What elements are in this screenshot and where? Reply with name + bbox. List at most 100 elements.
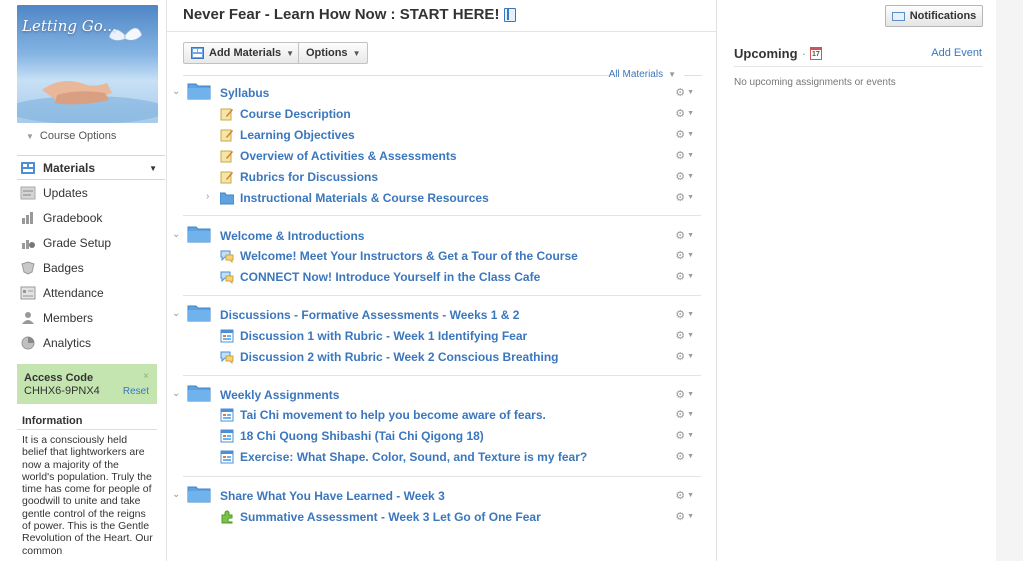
folder-header[interactable]: ⌄ Share What You Have Learned - Week 3 ⚙…	[167, 486, 716, 507]
notifications-label: Notifications	[909, 10, 977, 22]
list-item[interactable]: 18 Chi Quong Shibashi (Tai Chi Qigong 18…	[167, 426, 716, 447]
subfolder-item[interactable]: › Instructional Materials & Course Resou…	[167, 188, 716, 209]
chevron-right-icon[interactable]: ›	[206, 191, 209, 202]
sidebar-item-label: Badges	[43, 260, 84, 275]
sidebar-item-label: Members	[43, 310, 94, 325]
gear-icon[interactable]: ⚙ ▼	[675, 191, 694, 204]
gear-icon[interactable]: ⚙ ▼	[675, 308, 694, 321]
item-title[interactable]: CONNECT Now! Introduce Yourself in the C…	[240, 270, 540, 284]
chevron-down-icon: ▼	[352, 48, 361, 58]
item-title[interactable]: Rubrics for Discussions	[240, 170, 378, 184]
information-divider	[17, 429, 157, 430]
folder-title[interactable]: Share What You Have Learned - Week 3	[220, 489, 445, 503]
gear-icon[interactable]: ⚙ ▼	[675, 329, 694, 342]
sidebar-item-members[interactable]: Members	[17, 305, 165, 330]
gear-icon[interactable]: ⚙ ▼	[675, 350, 694, 363]
item-title[interactable]: Discussion 2 with Rubric - Week 2 Consci…	[240, 350, 559, 364]
chevron-down-icon[interactable]: ⌄	[172, 229, 180, 240]
course-options-toggle[interactable]: ▼ Course Options	[26, 130, 116, 142]
chevron-down-icon[interactable]: ⌄	[172, 86, 180, 97]
add-materials-label: Add Materials	[209, 47, 282, 59]
sidebar-item-label: Attendance	[43, 285, 104, 300]
list-item[interactable]: Tai Chi movement to help you become awar…	[167, 405, 716, 426]
folder-header[interactable]: ⌄ Discussions - Formative Assessments - …	[167, 305, 716, 326]
list-item[interactable]: Welcome! Meet Your Instructors & Get a T…	[167, 246, 716, 267]
sidebar-item-label: Gradebook	[43, 210, 103, 225]
chevron-down-icon: ▼	[26, 131, 34, 141]
book-icon[interactable]	[504, 7, 517, 22]
sidebar-item-badges[interactable]: Badges	[17, 255, 165, 280]
analytics-icon	[19, 335, 37, 351]
item-title[interactable]: Instructional Materials & Course Resourc…	[240, 191, 489, 205]
options-button[interactable]: Options ▼	[298, 42, 369, 64]
mail-icon	[891, 11, 905, 21]
gear-icon[interactable]: ⚙ ▼	[675, 429, 694, 442]
list-item[interactable]: Rubrics for Discussions ⚙ ▼	[167, 167, 716, 188]
folder-title[interactable]: Welcome & Introductions	[220, 229, 364, 243]
gear-icon[interactable]: ⚙ ▼	[675, 270, 694, 283]
gear-icon[interactable]: ⚙ ▼	[675, 107, 694, 120]
gear-icon[interactable]: ⚙ ▼	[675, 489, 694, 502]
folder-icon	[187, 385, 211, 402]
list-item[interactable]: Discussion 2 with Rubric - Week 2 Consci…	[167, 347, 716, 368]
list-item[interactable]: Exercise: What Shape. Color, Sound, and …	[167, 447, 716, 468]
sidebar-item-gradebook[interactable]: Gradebook	[17, 205, 165, 230]
folder-title[interactable]: Syllabus	[220, 86, 269, 100]
list-item[interactable]: Learning Objectives ⚙ ▼	[167, 125, 716, 146]
assessment-icon	[221, 510, 233, 524]
list-item[interactable]: Summative Assessment - Week 3 Let Go of …	[167, 507, 716, 528]
assignment-icon	[220, 429, 234, 443]
item-title[interactable]: 18 Chi Quong Shibashi (Tai Chi Qigong 18…	[240, 429, 484, 443]
item-title[interactable]: Exercise: What Shape. Color, Sound, and …	[240, 450, 587, 464]
gear-icon[interactable]: ⚙ ▼	[675, 86, 694, 99]
separator-dot: ·	[801, 46, 806, 61]
item-title[interactable]: Overview of Activities & Assessments	[240, 149, 457, 163]
badges-icon	[19, 260, 37, 276]
close-icon[interactable]: ×	[143, 371, 149, 382]
chevron-down-icon[interactable]: ⌄	[172, 308, 180, 319]
upcoming-divider	[734, 66, 983, 67]
list-item[interactable]: CONNECT Now! Introduce Yourself in the C…	[167, 267, 716, 288]
sidebar-item-grade-setup[interactable]: Grade Setup	[17, 230, 165, 255]
list-item[interactable]: Course Description ⚙ ▼	[167, 104, 716, 125]
notifications-button[interactable]: Notifications	[885, 5, 983, 27]
reset-access-code-link[interactable]: Reset	[123, 386, 149, 397]
assignment-icon	[220, 329, 234, 343]
item-title[interactable]: Welcome! Meet Your Instructors & Get a T…	[240, 249, 578, 263]
chevron-down-icon[interactable]: ⌄	[172, 489, 180, 500]
sidebar-item-materials[interactable]: Materials ▼	[17, 155, 165, 180]
folder-header[interactable]: ⌄ Weekly Assignments ⚙ ▼	[167, 385, 716, 406]
item-title[interactable]: Tai Chi movement to help you become awar…	[240, 408, 546, 422]
folder-divider	[183, 215, 701, 216]
add-event-link[interactable]: Add Event	[931, 47, 982, 59]
gear-icon[interactable]: ⚙ ▼	[675, 170, 694, 183]
sidebar-item-attendance[interactable]: Attendance	[17, 280, 165, 305]
calendar-icon[interactable]: 17	[809, 47, 822, 60]
folder-header[interactable]: ⌄ Welcome & Introductions ⚙ ▼	[167, 226, 716, 247]
item-title[interactable]: Discussion 1 with Rubric - Week 1 Identi…	[240, 329, 527, 343]
folder-title[interactable]: Discussions - Formative Assessments - We…	[220, 308, 519, 322]
list-item[interactable]: Discussion 1 with Rubric - Week 1 Identi…	[167, 326, 716, 347]
gear-icon[interactable]: ⚙ ▼	[675, 450, 694, 463]
gear-icon[interactable]: ⚙ ▼	[675, 229, 694, 242]
gear-icon[interactable]: ⚙ ▼	[675, 388, 694, 401]
list-item[interactable]: Overview of Activities & Assessments ⚙ ▼	[167, 146, 716, 167]
gear-icon[interactable]: ⚙ ▼	[675, 510, 694, 523]
item-title[interactable]: Course Description	[240, 107, 351, 121]
folder-header[interactable]: ⌄ Syllabus ⚙ ▼	[167, 83, 716, 104]
chevron-down-icon[interactable]: ⌄	[172, 388, 180, 399]
item-title[interactable]: Summative Assessment - Week 3 Let Go of …	[240, 510, 541, 524]
item-title[interactable]: Learning Objectives	[240, 128, 355, 142]
gear-icon[interactable]: ⚙ ▼	[675, 128, 694, 141]
gear-icon[interactable]: ⚙ ▼	[675, 149, 694, 162]
access-code-title: Access Code	[24, 372, 94, 384]
sidebar-item-updates[interactable]: Updates	[17, 180, 165, 205]
divider	[183, 75, 609, 76]
folder-title[interactable]: Weekly Assignments	[220, 388, 339, 402]
course-profile-image[interactable]: Letting Go...	[17, 5, 158, 123]
add-materials-button[interactable]: Add Materials ▼	[183, 42, 303, 64]
gear-icon[interactable]: ⚙ ▼	[675, 249, 694, 262]
gear-icon[interactable]: ⚙ ▼	[675, 408, 694, 421]
all-materials-filter[interactable]: All Materials ▼	[609, 69, 676, 80]
sidebar-item-analytics[interactable]: Analytics	[17, 330, 165, 355]
